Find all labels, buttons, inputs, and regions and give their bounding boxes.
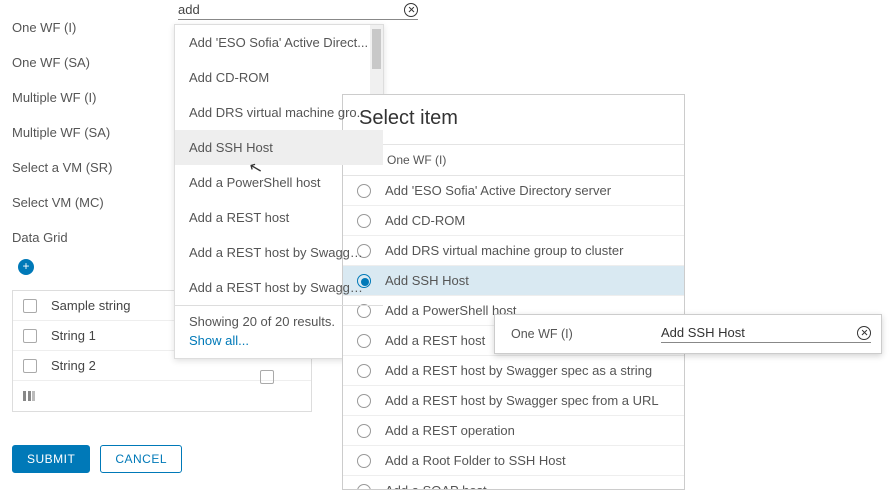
option-label: Add CD-ROM [385, 213, 465, 228]
dropdown-item[interactable]: Add a REST host [175, 200, 383, 235]
sidebar-item[interactable]: Data Grid [12, 220, 170, 255]
sidebar-item[interactable]: One WF (I) [12, 10, 170, 45]
option-row[interactable]: Add a REST operation [343, 416, 684, 446]
dropdown-item[interactable]: Add SSH Host [175, 130, 383, 165]
submit-button[interactable]: SUBMIT [12, 445, 90, 473]
radio-icon[interactable] [357, 394, 371, 408]
columns-icon[interactable] [23, 391, 35, 401]
option-label: Add 'ESO Sofia' Active Directory server [385, 183, 611, 198]
option-row[interactable]: Add 'ESO Sofia' Active Directory server [343, 176, 684, 206]
sidebar: One WF (I) One WF (SA) Multiple WF (I) M… [0, 0, 170, 285]
popover-value: Add SSH Host [661, 325, 857, 340]
popover-label: One WF (I) [511, 327, 661, 341]
dropdown-item[interactable]: Add CD-ROM [175, 60, 383, 95]
sidebar-item[interactable]: Multiple WF (SA) [12, 115, 170, 150]
option-row[interactable]: Add a REST host by Swagger spec as a str… [343, 356, 684, 386]
option-label: Add a REST operation [385, 423, 515, 438]
result-count: Showing 20 of 20 results. [189, 314, 335, 329]
selection-popover: One WF (I) Add SSH Host [494, 314, 882, 354]
option-row[interactable]: Add a SOAP host [343, 476, 684, 490]
dropdown-footer: Showing 20 of 20 results. Show all... [175, 305, 383, 358]
select-all-checkbox[interactable] [23, 299, 37, 313]
panel-title: Select item [343, 95, 684, 144]
search-input[interactable]: add [178, 2, 418, 20]
add-icon[interactable]: + [18, 259, 34, 275]
option-label: Add a Root Folder to SSH Host [385, 453, 566, 468]
dropdown-item[interactable]: Add a PowerShell host [175, 165, 383, 200]
option-label: Add a REST host by Swagger spec as a str… [385, 363, 652, 378]
row-checkbox[interactable] [23, 329, 37, 343]
select-item-panel: Select item One WF (I) Add 'ESO Sofia' A… [342, 94, 685, 490]
dropdown-item[interactable]: Add a REST host by Swagger... [175, 270, 383, 305]
cancel-button[interactable]: CANCEL [100, 445, 182, 473]
radio-icon[interactable] [357, 484, 371, 491]
option-row[interactable]: Add CD-ROM [343, 206, 684, 236]
checkbox[interactable] [260, 370, 274, 384]
option-row[interactable]: Add DRS virtual machine group to cluster [343, 236, 684, 266]
option-row[interactable]: Add SSH Host [343, 266, 684, 296]
radio-icon[interactable] [357, 454, 371, 468]
option-label: Add DRS virtual machine group to cluster [385, 243, 623, 258]
dropdown-item[interactable]: Add a REST host by Swagger... [175, 235, 383, 270]
sidebar-item[interactable]: Select a VM (SR) [12, 150, 170, 185]
popover-input[interactable]: Add SSH Host [661, 325, 871, 343]
form-buttons: SUBMIT CANCEL [12, 445, 182, 473]
option-label: Add a REST host [385, 333, 485, 348]
radio-icon[interactable] [357, 424, 371, 438]
clear-icon[interactable] [857, 326, 871, 340]
dropdown-item[interactable]: Add DRS virtual machine gro... [175, 95, 383, 130]
clear-icon[interactable] [404, 3, 418, 17]
sidebar-item[interactable]: Multiple WF (I) [12, 80, 170, 115]
sidebar-item[interactable]: One WF (SA) [12, 45, 170, 80]
radio-icon[interactable] [357, 364, 371, 378]
panel-group-header: One WF (I) [343, 144, 684, 176]
sidebar-item[interactable]: Select VM (MC) [12, 185, 170, 220]
table-footer [13, 381, 311, 411]
row-checkbox[interactable] [23, 359, 37, 373]
option-label: Add a REST host by Swagger spec from a U… [385, 393, 659, 408]
option-row[interactable]: Add a REST host by Swagger spec from a U… [343, 386, 684, 416]
option-label: Add SSH Host [385, 273, 469, 288]
search-value: add [178, 2, 404, 17]
autocomplete-dropdown: Add 'ESO Sofia' Active Direct... Add CD-… [174, 24, 384, 359]
option-row[interactable]: Add a Root Folder to SSH Host [343, 446, 684, 476]
dropdown-item[interactable]: Add 'ESO Sofia' Active Direct... [175, 25, 383, 60]
show-all-link[interactable]: Show all... [189, 333, 369, 348]
option-label: Add a SOAP host [385, 483, 487, 490]
